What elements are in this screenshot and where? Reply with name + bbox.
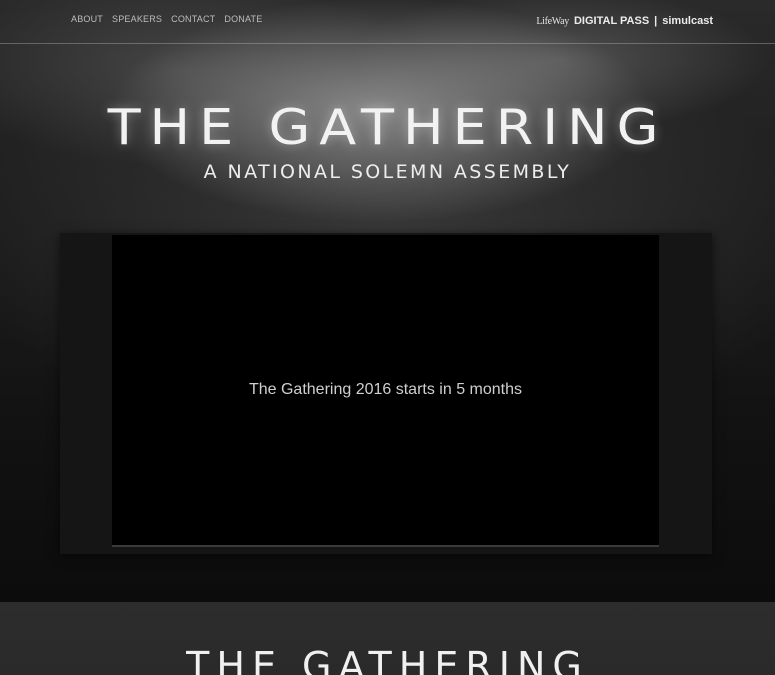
brand-separator: | (654, 15, 658, 27)
hero-section: ABOUT SPEAKERS CONTACT DONATE LifeWay DI… (0, 0, 775, 602)
footer-title: THE GATHERING (186, 644, 589, 675)
page-subtitle: A NATIONAL SOLEMN ASSEMBLY (203, 161, 572, 183)
simulcast-label: simulcast (662, 15, 713, 27)
countdown-text: The Gathering 2016 starts in 5 months (248, 381, 523, 398)
nav-about[interactable]: ABOUT (71, 14, 103, 24)
header-divider (0, 43, 775, 44)
top-nav: ABOUT SPEAKERS CONTACT DONATE (71, 14, 262, 24)
footer-section: THE GATHERING (0, 602, 775, 675)
digital-pass-label: DIGITAL PASS (573, 15, 650, 27)
brand-logo[interactable]: LifeWay DIGITAL PASS | simulcast (536, 15, 713, 27)
video-player[interactable]: The Gathering 2016 starts in 5 months (112, 235, 659, 547)
lifeway-logo: LifeWay (536, 16, 569, 27)
video-player-frame: The Gathering 2016 starts in 5 months (60, 233, 712, 554)
title-a-peak-icon (315, 72, 375, 152)
nav-contact[interactable]: CONTACT (171, 14, 215, 24)
nav-donate[interactable]: DONATE (224, 14, 262, 24)
page-title: THE GATHERING (107, 99, 668, 156)
nav-speakers[interactable]: SPEAKERS (112, 14, 162, 24)
